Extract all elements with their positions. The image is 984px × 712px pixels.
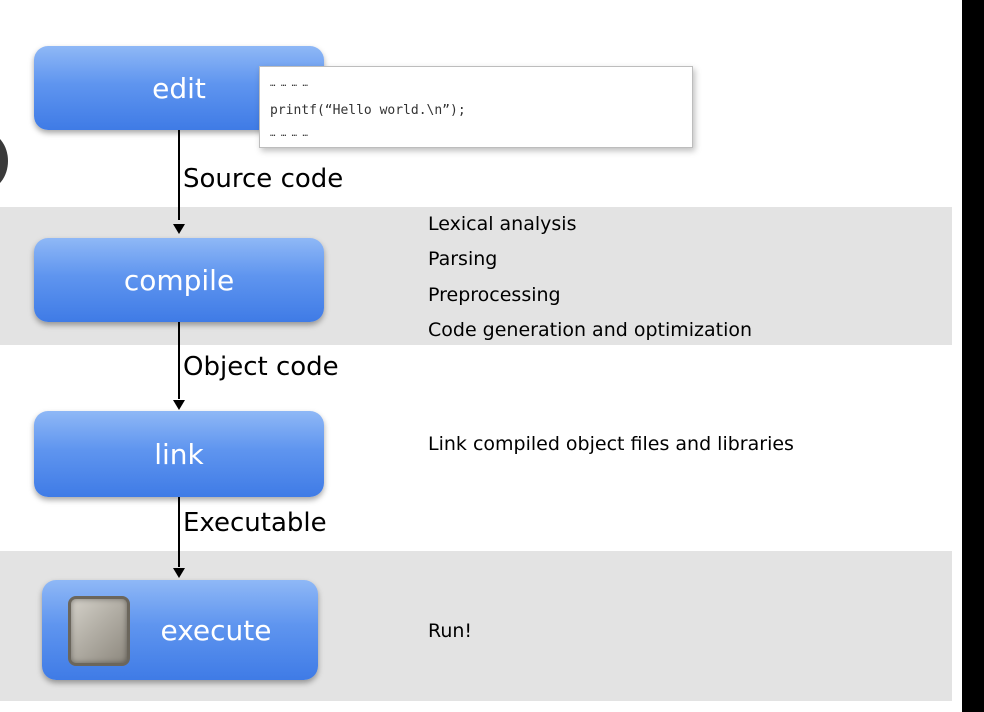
source-code-label: Source code — [183, 164, 344, 194]
cpu-chip-icon — [68, 596, 130, 666]
arrowhead-link — [173, 400, 185, 410]
compile-note-preprocessing: Preprocessing — [428, 284, 561, 306]
code-ellipsis-top: … … … … — [270, 79, 308, 89]
arrow-compile-to-link — [178, 322, 180, 399]
code-ellipsis-bottom: … … … … — [270, 129, 308, 139]
right-edge-bar — [962, 0, 984, 712]
arrow-link-to-execute — [178, 497, 180, 567]
object-code-label: Object code — [183, 352, 339, 382]
code-printf-line: printf(“Hello world.\n”); — [270, 103, 466, 118]
compile-step: compile — [34, 238, 324, 322]
arrow-edit-to-compile — [178, 130, 180, 220]
compile-step-label: compile — [123, 263, 235, 297]
partial-circle-graphic — [0, 132, 8, 190]
link-step-label: link — [154, 437, 204, 471]
executable-label: Executable — [183, 508, 327, 538]
link-note: Link compiled object files and libraries — [428, 433, 794, 455]
execute-note: Run! — [428, 620, 473, 642]
code-snippet-box: … … … … printf(“Hello world.\n”); … … … … — [259, 66, 693, 148]
compile-note-parsing: Parsing — [428, 248, 498, 270]
arrowhead-compile — [173, 224, 185, 234]
arrowhead-execute — [173, 568, 185, 578]
execute-step-label: execute — [160, 613, 272, 647]
link-step: link — [34, 411, 324, 497]
compile-note-codegen: Code generation and optimization — [428, 319, 753, 341]
execute-step: execute — [42, 580, 318, 680]
edit-step-label: edit — [152, 71, 206, 105]
compile-note-lexical: Lexical analysis — [428, 213, 577, 235]
